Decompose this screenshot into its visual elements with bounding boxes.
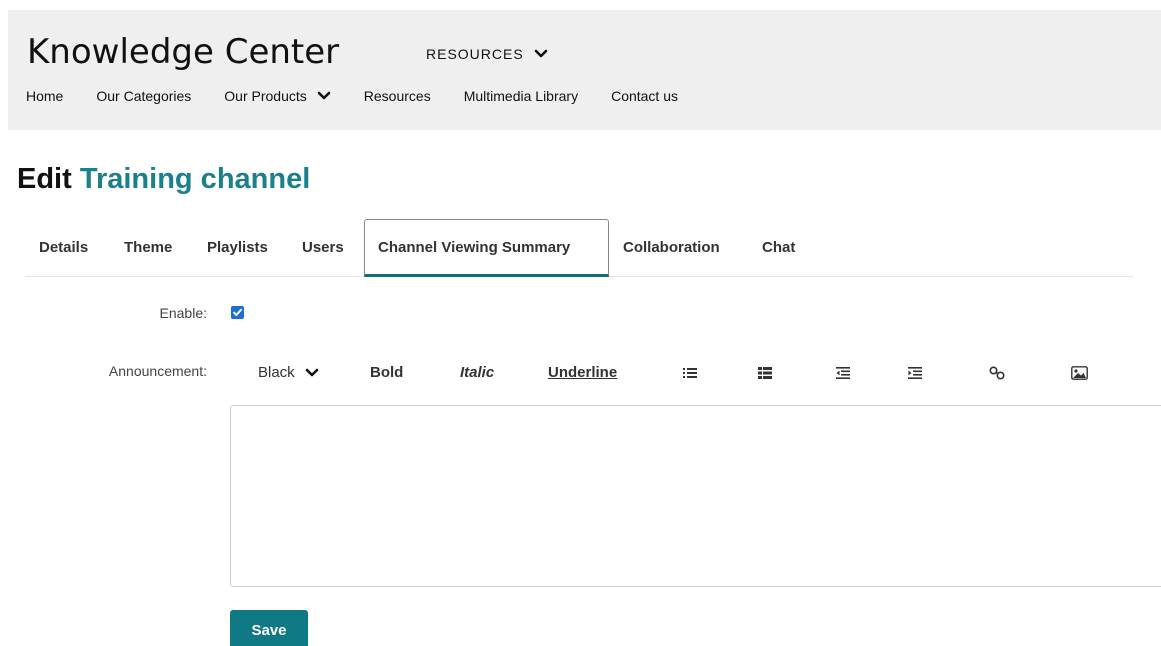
main-nav: Home Our Categories Our Products Resourc… xyxy=(26,88,711,104)
link-icon xyxy=(989,366,1005,380)
nav-contact-us-label: Contact us xyxy=(611,88,679,104)
tab-collaboration[interactable]: Collaboration xyxy=(623,219,720,277)
tab-details[interactable]: Details xyxy=(39,219,88,277)
numbered-list-button[interactable] xyxy=(758,360,772,386)
nav-multimedia-library[interactable]: Multimedia Library xyxy=(464,88,578,104)
nav-contact-us[interactable]: Contact us xyxy=(611,88,678,104)
enable-checkbox[interactable] xyxy=(231,306,244,319)
image-icon xyxy=(1071,366,1088,380)
resources-dropdown-label: RESOURCES xyxy=(426,46,524,62)
tab-bar: Details Theme Playlists Users Channel Vi… xyxy=(25,219,1133,277)
chevron-down-icon xyxy=(317,91,331,100)
underline-button[interactable]: Underline xyxy=(548,360,617,386)
page-title: Edit Training channel xyxy=(17,163,310,196)
outdent-button[interactable] xyxy=(836,360,850,386)
nav-resources[interactable]: Resources xyxy=(364,88,431,104)
outdent-icon xyxy=(836,367,850,379)
nav-home[interactable]: Home xyxy=(26,88,63,104)
nav-resources-label: Resources xyxy=(363,88,431,104)
tab-users[interactable]: Users xyxy=(302,219,344,277)
bold-button[interactable]: Bold xyxy=(370,360,403,386)
tab-channel-viewing-summary[interactable]: Channel Viewing Summary xyxy=(364,219,609,277)
color-select[interactable]: Black xyxy=(258,360,319,386)
chevron-down-icon xyxy=(305,368,318,377)
enable-label: Enable: xyxy=(159,305,207,321)
numbered-list-icon xyxy=(758,367,772,379)
nav-home-label: Home xyxy=(26,88,64,104)
nav-multimedia-library-label: Multimedia Library xyxy=(463,88,579,104)
color-select-value: Black xyxy=(258,364,295,381)
bulleted-list-icon xyxy=(683,368,697,378)
link-button[interactable] xyxy=(989,360,1005,386)
nav-our-categories-label: Our Categories xyxy=(96,88,192,104)
image-button[interactable] xyxy=(1071,360,1088,386)
editor-toolbar: Black Bold Italic Underline xyxy=(0,360,1161,386)
page-title-prefix: Edit xyxy=(17,163,72,195)
checkmark-icon xyxy=(233,308,242,316)
nav-our-products[interactable]: Our Products xyxy=(224,88,331,104)
tab-playlists[interactable]: Playlists xyxy=(207,219,268,277)
indent-icon xyxy=(908,367,922,379)
announcement-editor[interactable] xyxy=(230,405,1161,587)
tab-chat[interactable]: Chat xyxy=(762,219,795,277)
tab-theme[interactable]: Theme xyxy=(124,219,172,277)
page-title-channel: Training channel xyxy=(79,163,311,195)
resources-dropdown[interactable]: RESOURCES xyxy=(426,46,548,62)
nav-our-categories[interactable]: Our Categories xyxy=(96,88,191,104)
bulleted-list-button[interactable] xyxy=(683,360,697,386)
italic-button[interactable]: Italic xyxy=(460,360,494,386)
nav-our-products-label: Our Products xyxy=(224,88,307,104)
save-button[interactable]: Save xyxy=(230,610,308,646)
chevron-down-icon xyxy=(534,49,547,58)
indent-button[interactable] xyxy=(908,360,922,386)
site-title[interactable]: Knowledge Center xyxy=(27,32,339,72)
site-header: Knowledge Center RESOURCES Home Our Cate… xyxy=(8,10,1161,130)
